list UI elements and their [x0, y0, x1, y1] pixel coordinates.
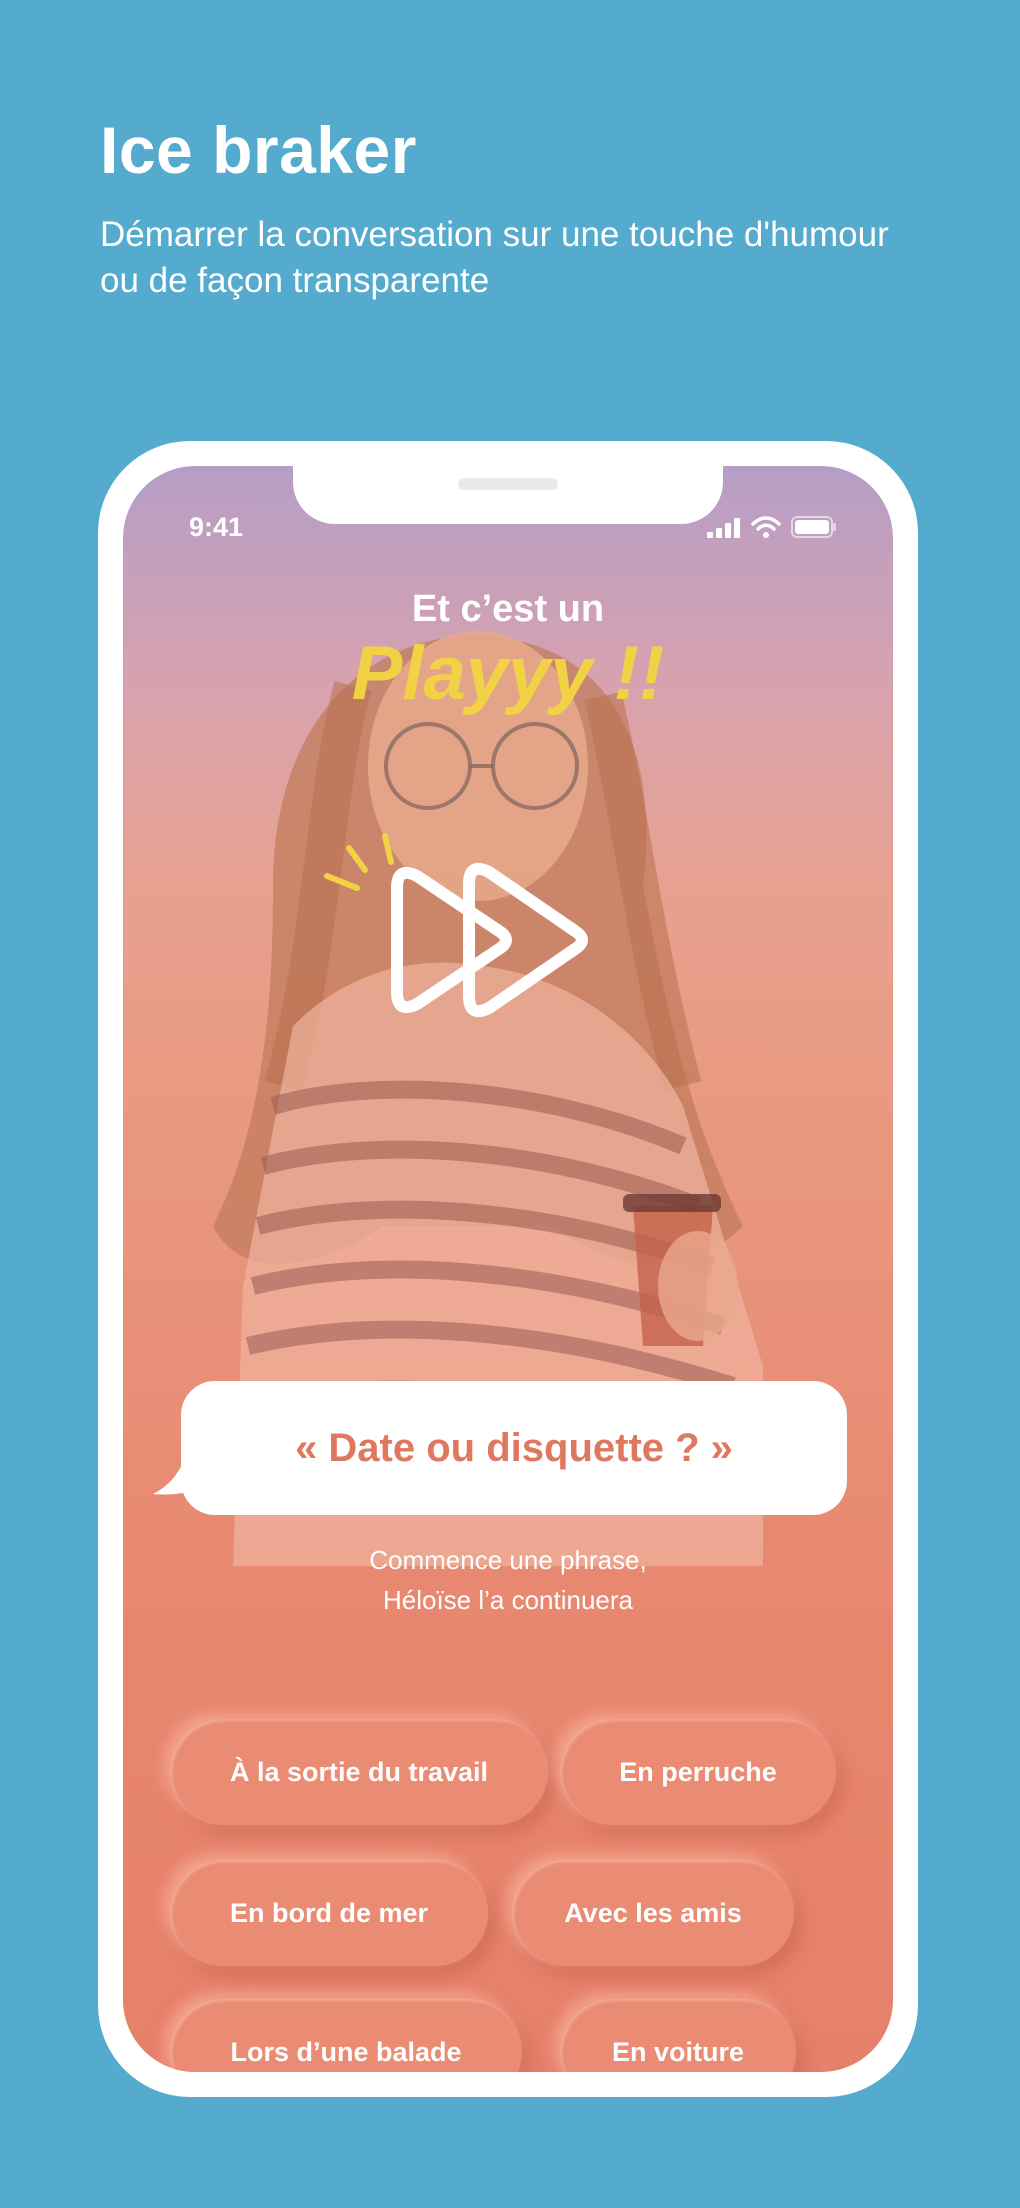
suggestion-chip-perruche[interactable]: En perruche: [560, 1719, 836, 1825]
caption-line-1: Commence une phrase,: [369, 1545, 647, 1575]
wifi-icon: [751, 516, 781, 538]
prompt-bubble: « Date ou disquette ? »: [181, 1381, 847, 1515]
suggestion-chip-bord-de-mer[interactable]: En bord de mer: [170, 1860, 488, 1966]
prompt-text: « Date ou disquette ? »: [295, 1425, 733, 1470]
status-time: 9:41: [189, 512, 244, 542]
suggestion-chip-sortie-travail[interactable]: À la sortie du travail: [170, 1719, 548, 1825]
battery-icon: [791, 516, 836, 538]
app-screen: 9:41 Et c’est un Playyy !! « Date ou dis…: [123, 466, 893, 2072]
instruction-caption: Commence une phrase, Héloïse l’a continu…: [123, 1540, 893, 1620]
speaker-grille: [458, 478, 558, 490]
status-icons: [707, 516, 837, 538]
caption-line-2: Héloïse l’a continuera: [382, 1585, 634, 1615]
suggestion-chip-balade[interactable]: Lors d’une balade: [170, 1999, 522, 2072]
signal-icon: [707, 518, 740, 538]
page-title: Ice braker: [100, 113, 417, 187]
title-intro: Et c’est un: [411, 588, 605, 630]
fast-forward-icon[interactable]: [313, 826, 603, 1026]
phone-notch: [293, 466, 723, 524]
suggestion-chip-amis[interactable]: Avec les amis: [512, 1860, 794, 1966]
page-subtitle: Démarrer la conversation sur une touche …: [100, 215, 889, 300]
suggestion-chip-voiture[interactable]: En voiture: [560, 1999, 796, 2072]
phone-frame: 9:41 Et c’est un Playyy !! « Date ou dis…: [98, 441, 918, 2097]
title-highlight: Playyy !!: [351, 631, 665, 716]
